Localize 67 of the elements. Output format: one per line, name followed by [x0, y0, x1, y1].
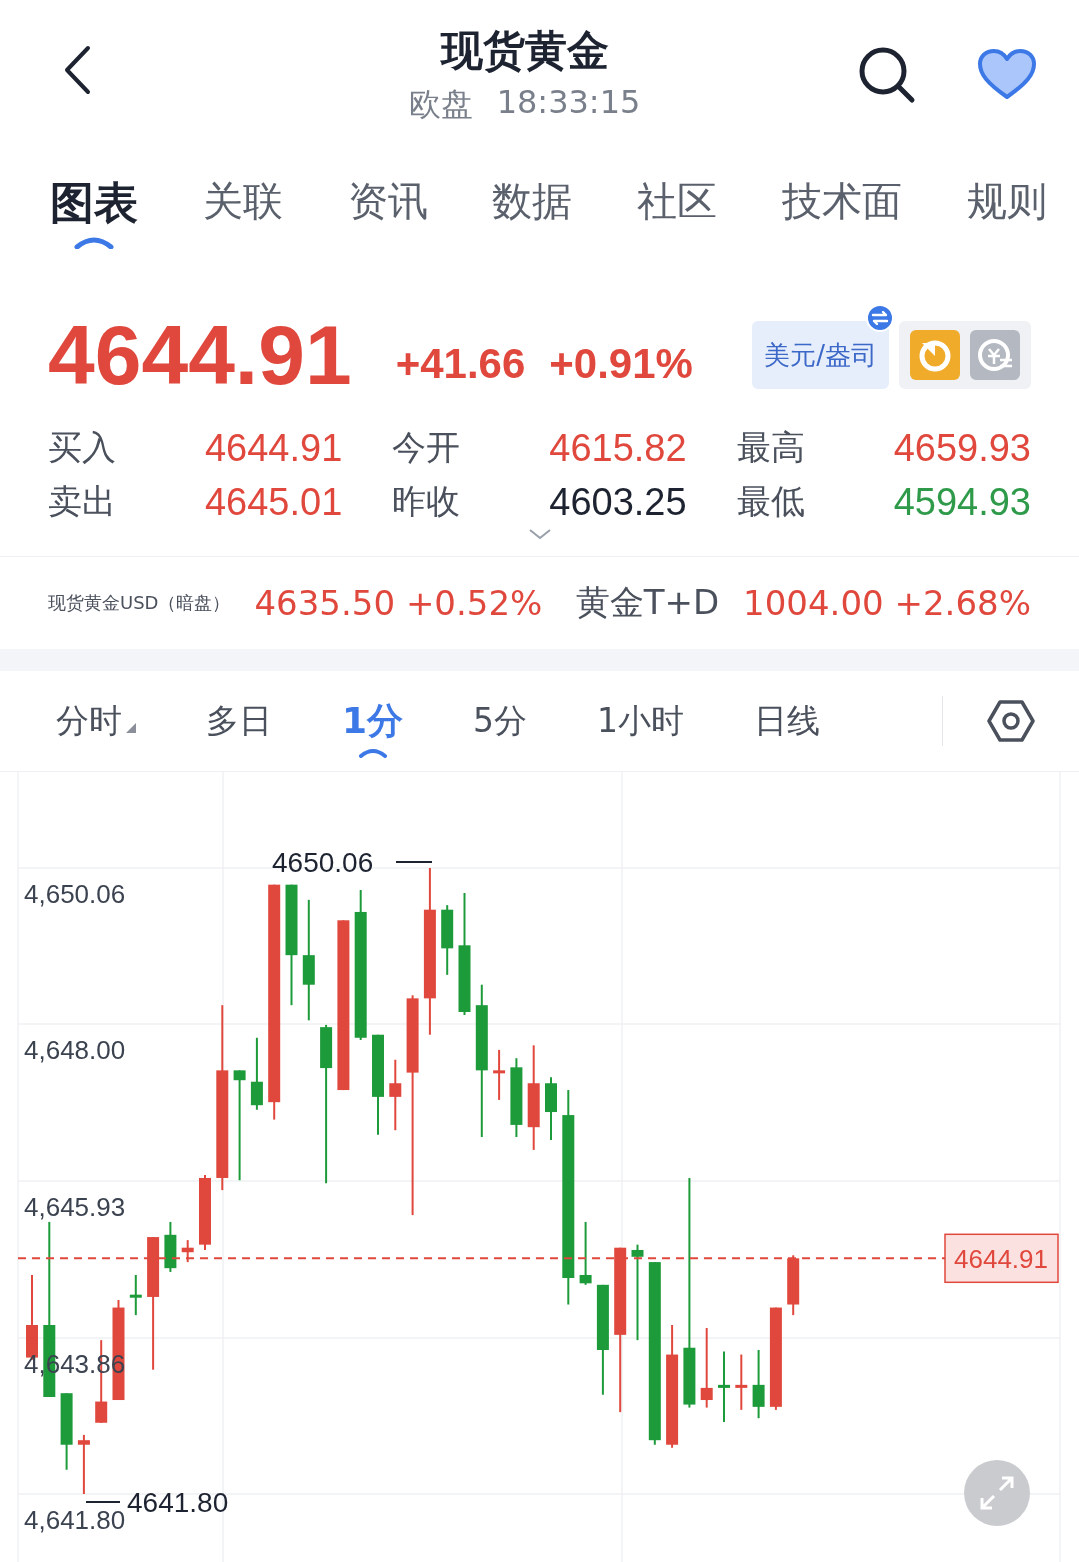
tab[interactable]: 关联 — [202, 174, 283, 245]
high-label: 4650.06 — [272, 847, 374, 878]
stat-value: 4644.91 — [204, 426, 343, 470]
stat-value: 4659.93 — [893, 426, 1031, 470]
candle — [735, 1353, 748, 1411]
candle — [579, 1220, 592, 1286]
high-marker-line — [395, 861, 433, 863]
period-tab[interactable]: 日线 — [754, 686, 821, 756]
tab[interactable]: 社区 — [637, 174, 718, 245]
period-tab[interactable]: 分时 — [56, 686, 122, 756]
period-tab[interactable]: 1分 — [342, 684, 404, 758]
related-name[interactable]: 现货黄金USD（暗盘） — [48, 591, 231, 615]
stat-label: 卖出 — [48, 480, 116, 523]
tab[interactable]: 数据 — [492, 174, 573, 245]
tab[interactable]: 资讯 — [347, 174, 428, 245]
axis-label: 4,645.93 — [24, 1192, 126, 1222]
candle — [181, 1239, 194, 1264]
stat-value: 4594.93 — [893, 480, 1031, 524]
low-marker-line — [85, 1501, 121, 1503]
period-tab[interactable]: 多日 — [206, 686, 272, 756]
expand-chevron-icon[interactable] — [527, 528, 552, 540]
axis-label: 4,650.06 — [24, 879, 126, 909]
page-title: 现货黄金 — [440, 25, 609, 77]
candle — [441, 904, 454, 976]
dropdown-triangle-icon[interactable] — [126, 722, 136, 733]
stat-value: 4603.25 — [549, 480, 687, 524]
session-label: 欧盘 — [408, 84, 473, 125]
swap-icon — [865, 303, 895, 333]
candle — [545, 1076, 557, 1142]
candle — [164, 1220, 177, 1273]
heart-icon[interactable] — [977, 49, 1037, 101]
tab[interactable]: 技术面 — [782, 174, 903, 245]
low-label: 4641.80 — [127, 1487, 229, 1518]
stat-label: 买入 — [48, 426, 116, 469]
stat-label: 最低 — [736, 480, 805, 523]
related-name[interactable]: 黄金T+D — [575, 580, 720, 626]
price-change: +41.66 — [395, 339, 526, 388]
search-icon[interactable] — [857, 45, 917, 105]
axis-label: 4,641.80 — [24, 1505, 126, 1535]
caret-icon — [74, 235, 114, 249]
candle — [787, 1254, 800, 1317]
time-label: 18:33:15 — [496, 83, 641, 123]
stat-value: 4645.01 — [204, 480, 343, 524]
stat-label: 昨收 — [392, 480, 461, 523]
last-price: 4644.91 — [48, 306, 352, 404]
axis-label: 4,648.00 — [24, 1035, 126, 1066]
candle — [493, 1048, 506, 1101]
fullscreen-icon[interactable] — [964, 1460, 1030, 1526]
candle — [77, 1433, 90, 1495]
candle — [752, 1349, 765, 1420]
stat-label: 最高 — [736, 426, 805, 469]
unit-button[interactable]: 美元/盎司 — [752, 321, 889, 389]
related-quote: 4635.50 +0.52% — [254, 583, 543, 623]
candle — [129, 1274, 142, 1317]
settings-icon[interactable] — [987, 699, 1035, 743]
tab[interactable]: 图表 — [50, 174, 138, 249]
refresh-icon[interactable] — [910, 330, 960, 380]
back-icon[interactable] — [62, 45, 92, 95]
price-change-percent: +0.91% — [549, 339, 693, 388]
stat-value: 4615.82 — [549, 426, 687, 470]
period-tab[interactable]: 1小时 — [597, 686, 685, 756]
stat-label: 今开 — [392, 426, 461, 469]
price-tag: 4644.91 — [954, 1244, 1048, 1275]
tab[interactable]: 规则 — [966, 174, 1047, 245]
related-quote: 1004.00 +2.68% — [743, 583, 1031, 623]
currency-exchange-icon[interactable] — [970, 330, 1020, 380]
period-tab[interactable]: 5分 — [473, 686, 528, 756]
